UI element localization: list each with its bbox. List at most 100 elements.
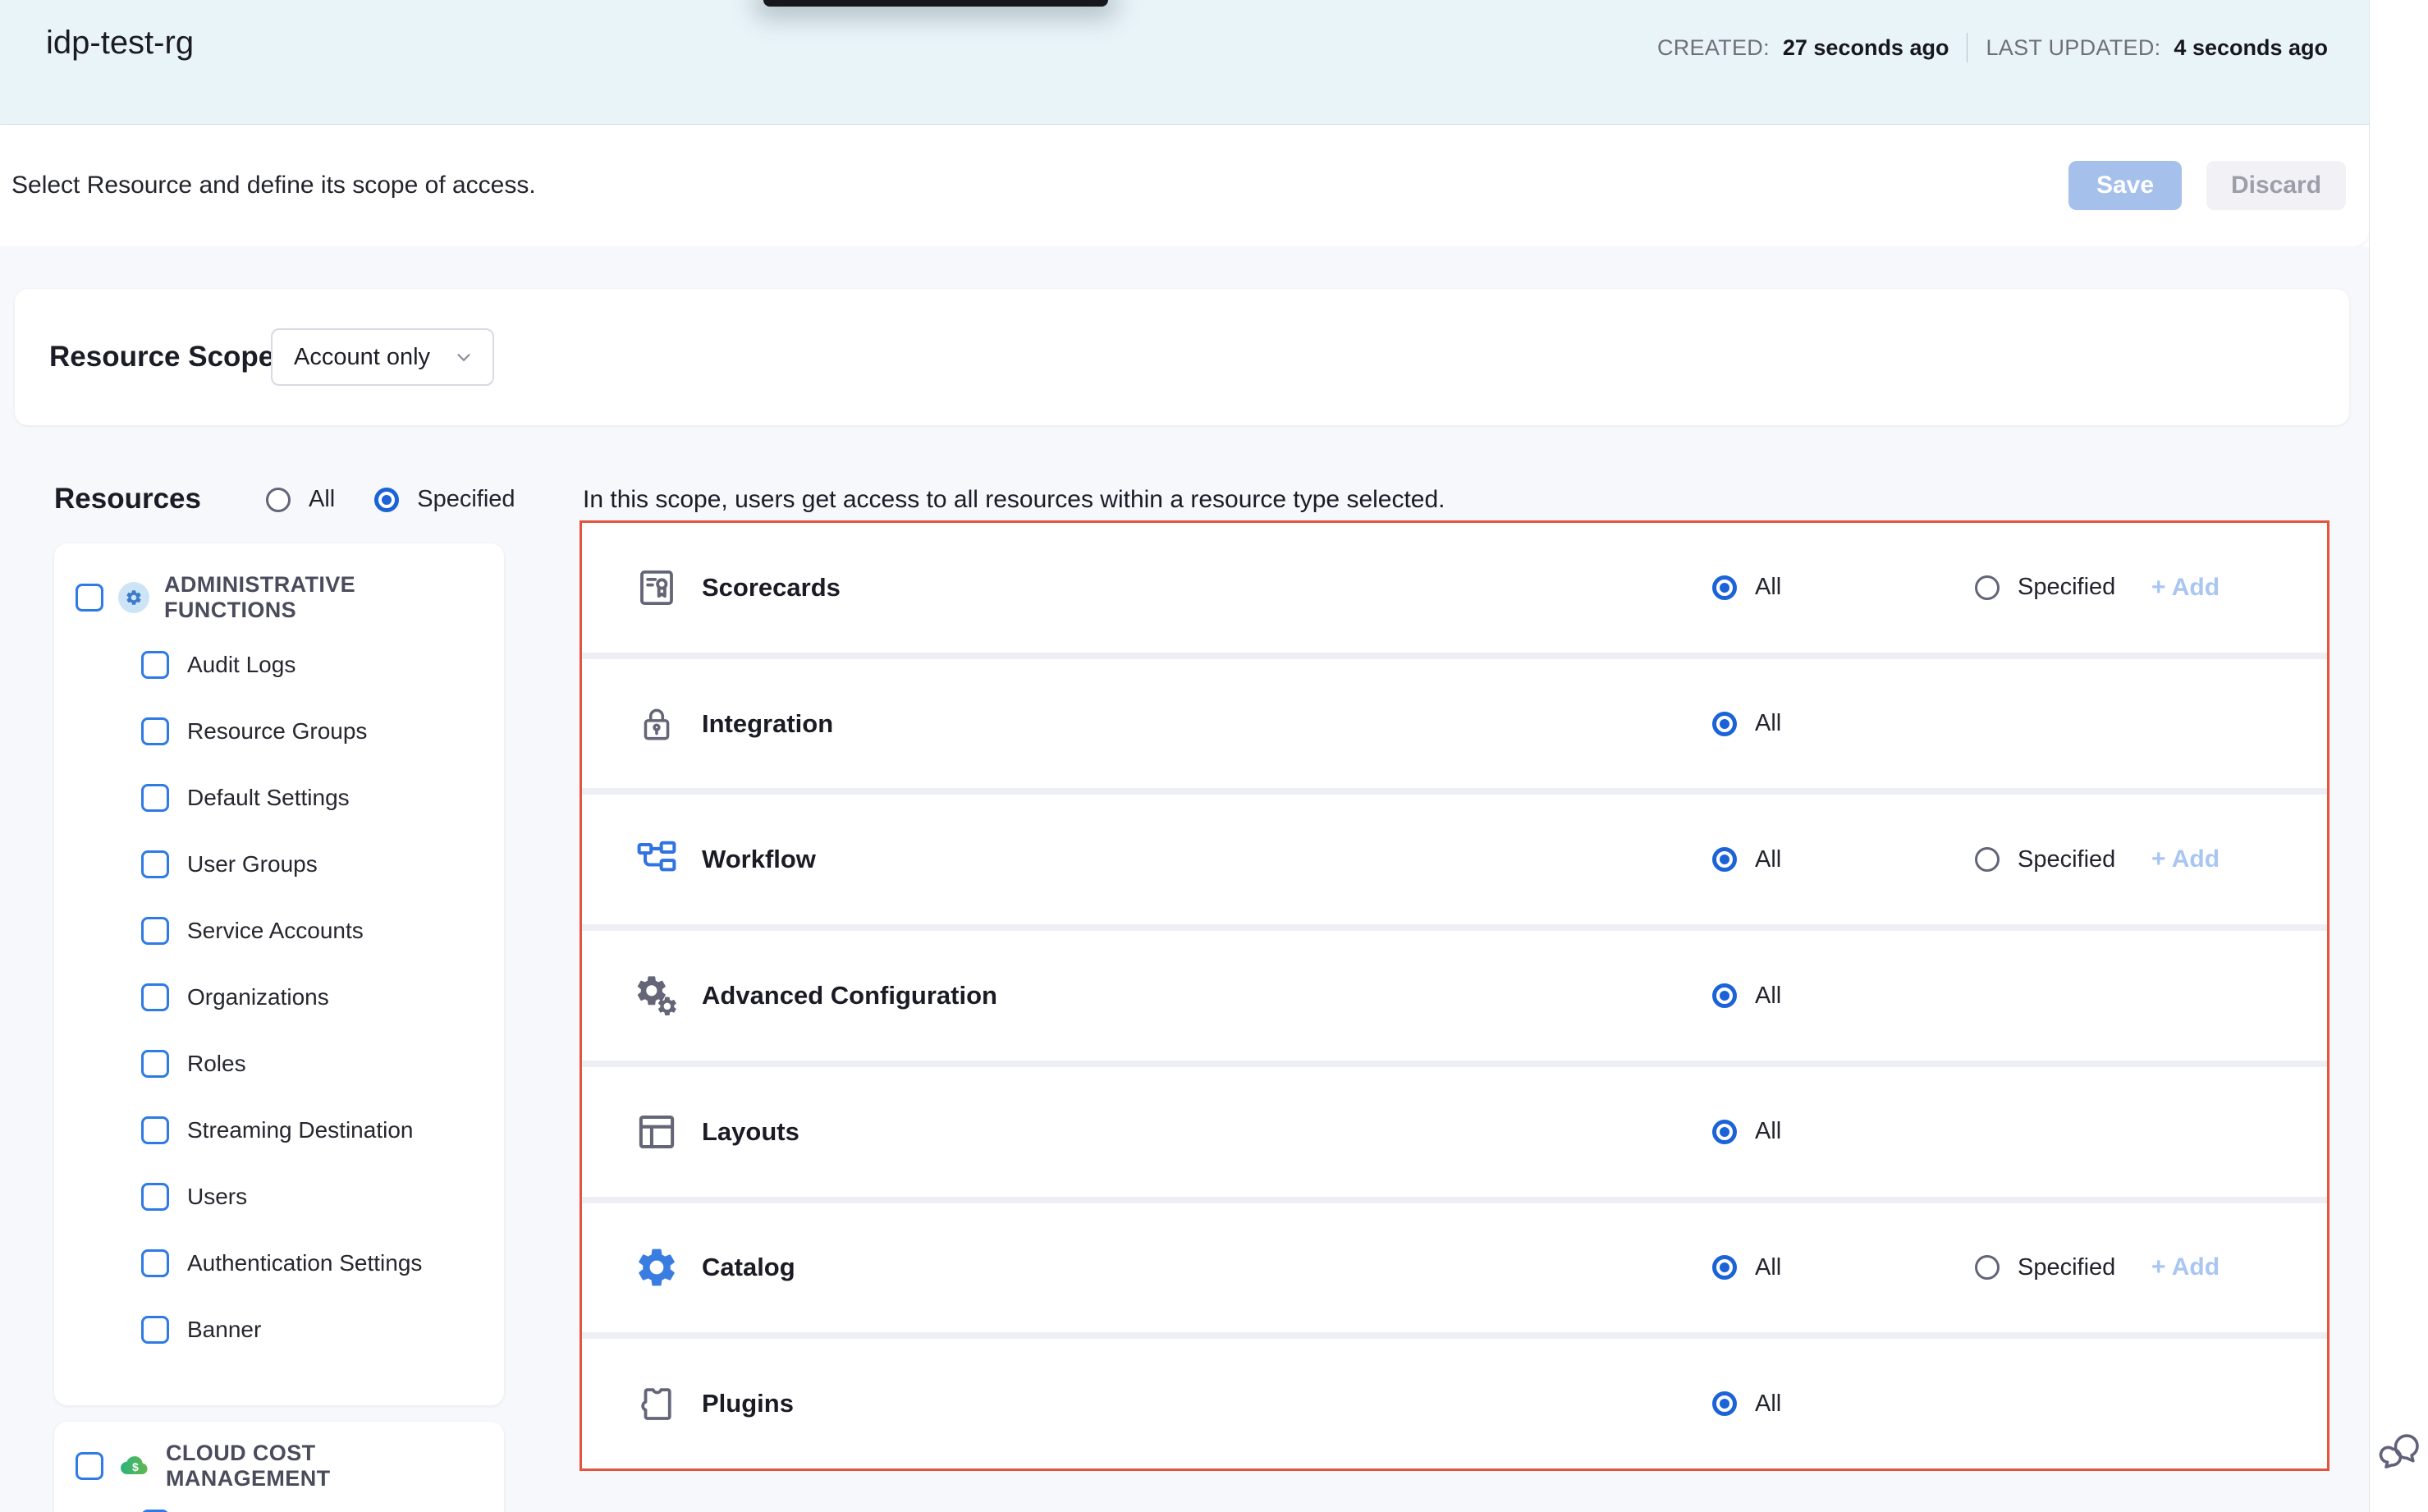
- resource-group-page: idp-test-rg CREATED: 27 seconds ago LAST…: [0, 0, 2428, 1512]
- item-label: Service Accounts: [187, 918, 364, 944]
- all-radio[interactable]: All: [1712, 1118, 1781, 1145]
- resources-specified-radio[interactable]: Specified: [374, 486, 515, 513]
- tree-item-banner[interactable]: Banner: [141, 1307, 483, 1353]
- resource-scope-card: Resource Scope Account only: [15, 289, 2349, 425]
- radio-label: All: [309, 486, 335, 513]
- radio-icon: [1712, 1255, 1737, 1280]
- tree-item-users[interactable]: Users: [141, 1174, 483, 1220]
- all-radio[interactable]: All: [1712, 846, 1781, 873]
- created-value: 27 seconds ago: [1783, 35, 1949, 61]
- radio-label: All: [1755, 710, 1781, 737]
- radio-label: Specified: [2018, 574, 2115, 601]
- checkbox: [141, 1116, 169, 1144]
- checkbox: [141, 1183, 169, 1211]
- radio-label: All: [1755, 846, 1781, 873]
- group-label: ADMINISTRATIVE FUNCTIONS: [164, 572, 483, 623]
- right-rail: [2369, 0, 2428, 1512]
- save-button[interactable]: Save: [2068, 161, 2182, 210]
- tree-item-audit-logs[interactable]: Audit Logs: [141, 642, 483, 688]
- radio-icon: [1712, 983, 1737, 1008]
- tree-item-streaming-destination[interactable]: Streaming Destination: [141, 1107, 483, 1153]
- resource-scope-label: Resource Scope: [49, 289, 274, 425]
- checkbox: [141, 784, 169, 812]
- radio-label: Specified: [2018, 1254, 2115, 1281]
- resources-mode-radios: All Specified: [266, 486, 515, 513]
- item-label: Streaming Destination: [187, 1117, 413, 1143]
- resource-row-advanced-configuration: Advanced Configuration All: [582, 931, 2327, 1061]
- checkbox: [141, 717, 169, 745]
- chevron-down-icon: [453, 346, 474, 368]
- timestamps: CREATED: 27 seconds ago LAST UPDATED: 4 …: [1657, 33, 2328, 62]
- tree-item-recommendations[interactable]: Recommendations: [141, 1501, 483, 1512]
- radio-icon: [1712, 575, 1737, 600]
- radio-icon: [1975, 847, 2000, 872]
- radio-label: All: [1755, 1254, 1781, 1281]
- resource-scope-dropdown[interactable]: Account only: [271, 328, 494, 386]
- specified-radio[interactable]: Specified: [1975, 846, 2115, 873]
- resource-row-label: Plugins: [702, 1389, 794, 1418]
- checkbox: [141, 917, 169, 945]
- add-link[interactable]: + Add: [2151, 574, 2220, 602]
- tree-item-authentication-settings[interactable]: Authentication Settings: [141, 1240, 483, 1286]
- discard-button[interactable]: Discard: [2206, 161, 2346, 210]
- item-label: Banner: [187, 1317, 261, 1343]
- checkbox: [76, 584, 103, 612]
- radio-label: All: [1755, 1118, 1781, 1145]
- resource-types-panel: Scorecards All Specified + Add Integrati…: [580, 520, 2330, 1471]
- radio-label: All: [1755, 983, 1781, 1010]
- tree-item-resource-groups[interactable]: Resource Groups: [141, 708, 483, 754]
- resource-group-ccm-card: $ CLOUD COST MANAGEMENT Recommendations: [54, 1422, 504, 1512]
- resources-all-radio[interactable]: All: [266, 486, 335, 513]
- svg-text:$: $: [132, 1461, 139, 1474]
- radio-icon: [266, 488, 291, 512]
- radio-label: Specified: [2018, 846, 2115, 873]
- resource-row-label: Integration: [702, 709, 833, 739]
- resource-row-label: Scorecards: [702, 573, 841, 603]
- resource-row-plugins: Plugins All: [582, 1339, 2327, 1468]
- last-updated-label: LAST UPDATED:: [1986, 35, 2160, 61]
- catalog-gear-icon: [633, 1244, 680, 1291]
- add-link[interactable]: + Add: [2151, 845, 2220, 873]
- created-label: CREATED:: [1657, 35, 1770, 61]
- specified-radio[interactable]: Specified: [1975, 1254, 2115, 1281]
- item-label: Users: [187, 1184, 247, 1210]
- resource-row-label: Layouts: [702, 1117, 799, 1147]
- administrative-functions-gear-icon: [118, 582, 149, 613]
- tree-item-organizations[interactable]: Organizations: [141, 974, 483, 1020]
- resource-row-integration: Integration All: [582, 659, 2327, 789]
- resource-row-label: Workflow: [702, 845, 816, 874]
- radio-label: All: [1755, 1391, 1781, 1418]
- radio-label: All: [1755, 574, 1781, 601]
- tree-item-default-settings[interactable]: Default Settings: [141, 775, 483, 821]
- radio-icon: [374, 488, 399, 512]
- group-administrative-functions[interactable]: ADMINISTRATIVE FUNCTIONS: [76, 575, 483, 621]
- checkbox: [141, 1050, 169, 1078]
- tree-item-roles[interactable]: Roles: [141, 1041, 483, 1087]
- chat-support-icon[interactable]: [2379, 1428, 2423, 1474]
- all-radio[interactable]: All: [1712, 1391, 1781, 1418]
- all-radio[interactable]: All: [1712, 983, 1781, 1010]
- tree-item-service-accounts[interactable]: Service Accounts: [141, 908, 483, 954]
- integration-lock-icon: [633, 700, 680, 748]
- all-radio[interactable]: All: [1712, 710, 1781, 737]
- specified-radio[interactable]: Specified: [1975, 574, 2115, 601]
- group-cloud-cost-management[interactable]: $ CLOUD COST MANAGEMENT: [76, 1443, 483, 1489]
- tree-item-user-groups[interactable]: User Groups: [141, 841, 483, 887]
- resource-row-workflow: Workflow All Specified + Add: [582, 795, 2327, 924]
- resources-title: Resources: [54, 483, 201, 515]
- toolbar: Select Resource and define its scope of …: [0, 125, 2369, 246]
- all-radio[interactable]: All: [1712, 574, 1781, 601]
- radio-icon: [1975, 1255, 2000, 1280]
- plugins-puzzle-icon: [633, 1380, 680, 1427]
- item-label: Authentication Settings: [187, 1250, 422, 1276]
- window-notch-shadow: [763, 0, 1108, 7]
- resource-group-admin-card: ADMINISTRATIVE FUNCTIONS Audit Logs Reso…: [54, 543, 504, 1405]
- all-radio[interactable]: All: [1712, 1254, 1781, 1281]
- admin-items: Audit Logs Resource Groups Default Setti…: [141, 642, 483, 1353]
- add-link[interactable]: + Add: [2151, 1253, 2220, 1281]
- scope-instruction: In this scope, users get access to all r…: [583, 486, 1445, 514]
- item-label: User Groups: [187, 851, 318, 877]
- toolbar-description: Select Resource and define its scope of …: [11, 125, 536, 246]
- item-label: Default Settings: [187, 785, 350, 811]
- resource-row-scorecards: Scorecards All Specified + Add: [582, 523, 2327, 653]
